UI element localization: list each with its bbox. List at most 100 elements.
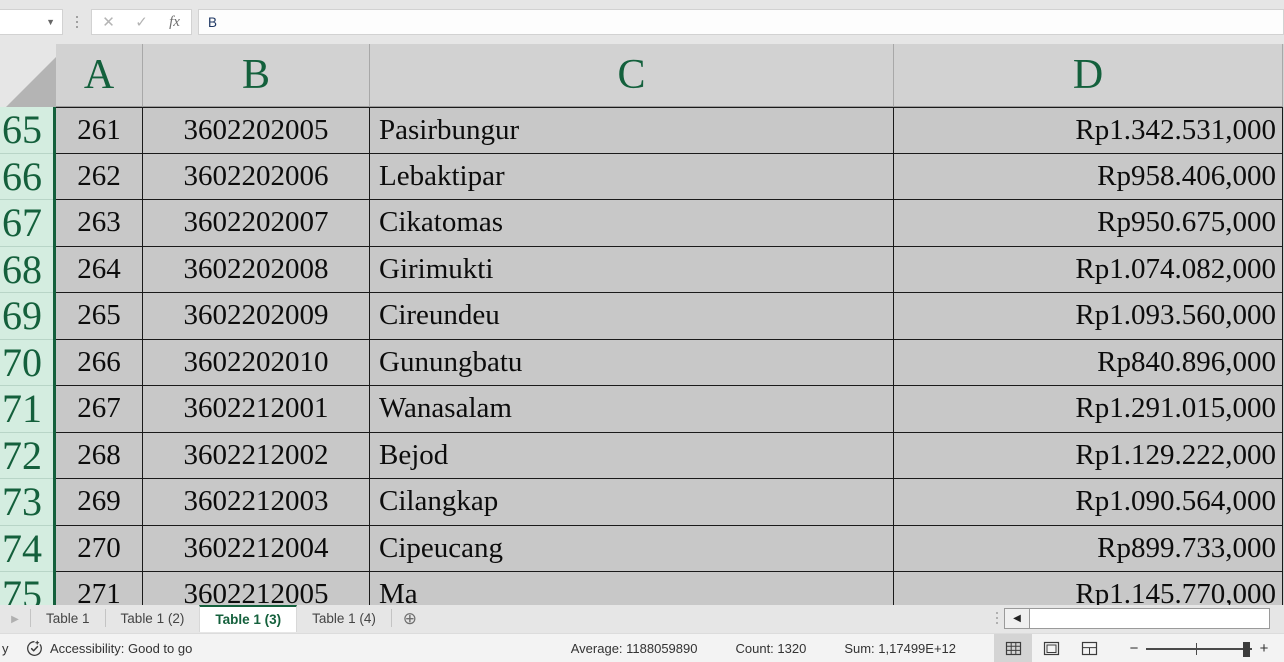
row-header[interactable]: 73 [0,479,53,526]
sheet-nav-right-icon[interactable]: ▶ [0,605,30,633]
row-header[interactable]: 66 [0,153,53,200]
row-header[interactable]: 72 [0,432,53,479]
cell-d73[interactable]: Rp1.090.564,000 [894,479,1283,526]
cell-c72[interactable]: Bejod [370,432,894,479]
cell-d65[interactable]: Rp1.342.531,000 [894,107,1283,154]
zoom-out-button[interactable]: − [1122,641,1146,656]
grid-body: 65 66 67 68 69 70 71 72 73 74 75 261 3602202005 Pasi… [0,107,1284,605]
cell-a68[interactable]: 264 [56,246,143,293]
cell-b67[interactable]: 3602202007 [143,200,370,247]
cell-c68[interactable]: Girimukti [370,246,894,293]
cell-b66[interactable]: 3602202006 [143,153,370,200]
zoom-in-button[interactable]: + [1252,641,1276,656]
row-header[interactable]: 69 [0,293,53,340]
scroll-track[interactable] [1030,608,1270,629]
normal-view-icon[interactable] [994,634,1032,662]
cell-a73[interactable]: 269 [56,479,143,526]
cell-d68[interactable]: Rp1.074.082,000 [894,246,1283,293]
cell-a74[interactable]: 270 [56,525,143,572]
cell-d72[interactable]: Rp1.129.222,000 [894,432,1283,479]
table-row: 262 3602202006 Lebaktipar Rp958.406,000 [56,153,1284,200]
cell-c70[interactable]: Gunungbatu [370,339,894,386]
cell-c75[interactable]: Ma [370,572,894,605]
row-header[interactable]: 68 [0,246,53,293]
status-sum[interactable]: Sum: 1,17499E+12 [844,641,956,656]
cell-c74[interactable]: Cipeucang [370,525,894,572]
table-row: 261 3602202005 Pasirbungur Rp1.342.531,000 [56,107,1284,154]
confirm-icon[interactable]: ✓ [125,10,158,34]
page-break-view-icon[interactable] [1070,634,1108,662]
column-header-b[interactable]: B [143,44,370,107]
cell-d71[interactable]: Rp1.291.015,000 [894,386,1283,433]
row-header[interactable]: 65 [0,107,53,154]
sheet-tab[interactable]: Table 1 (4) [297,605,391,632]
cell-b69[interactable]: 3602202009 [143,293,370,340]
status-count[interactable]: Count: 1320 [735,641,806,656]
row-header[interactable]: 70 [0,339,53,386]
row-header[interactable]: 74 [0,525,53,572]
row-headers: 65 66 67 68 69 70 71 72 73 74 75 [0,107,56,605]
column-headers: A B C D [0,44,1284,107]
cell-a67[interactable]: 263 [56,200,143,247]
cell-d70[interactable]: Rp840.896,000 [894,339,1283,386]
cell-c71[interactable]: Wanasalam [370,386,894,433]
cell-b74[interactable]: 3602212004 [143,525,370,572]
cell-b68[interactable]: 3602202008 [143,246,370,293]
add-sheet-icon[interactable]: ⊕ [392,605,428,633]
cell-d67[interactable]: Rp950.675,000 [894,200,1283,247]
cell-c65[interactable]: Pasirbungur [370,107,894,154]
cell-b72[interactable]: 3602212002 [143,432,370,479]
cancel-icon[interactable]: ✕ [92,10,125,34]
sheet-tab[interactable]: Table 1 [31,605,105,632]
sheet-tab-bar: ▶ Table 1 Table 1 (2) Table 1 (3) Table 1 (… [0,605,1284,633]
cell-c66[interactable]: Lebaktipar [370,153,894,200]
cell-a66[interactable]: 262 [56,153,143,200]
cell-a70[interactable]: 266 [56,339,143,386]
scrollbar-grip[interactable] [990,605,1004,631]
sheet-tab[interactable]: Table 1 (2) [106,605,200,632]
cell-d74[interactable]: Rp899.733,000 [894,525,1283,572]
column-header-c[interactable]: C [370,44,894,107]
cell-a65[interactable]: 261 [56,107,143,154]
cell-c67[interactable]: Cikatomas [370,200,894,247]
cell-b71[interactable]: 3602212001 [143,386,370,433]
status-average[interactable]: Average: 1188059890 [571,641,698,656]
column-header-d[interactable]: D [894,44,1283,107]
cell-a72[interactable]: 268 [56,432,143,479]
grip-dot [996,617,998,619]
cell-a69[interactable]: 265 [56,293,143,340]
table-row: 269 3602212003 Cilangkap Rp1.090.564,000 [56,479,1284,526]
cell-b73[interactable]: 3602212003 [143,479,370,526]
chevron-down-icon[interactable]: ▼ [46,17,55,27]
zoom-slider-midpoint [1196,642,1197,655]
cell-d75[interactable]: Rp1.145.770,000 [894,572,1283,605]
page-break-glyph [1081,641,1097,656]
cell-b75[interactable]: 3602212005 [143,572,370,605]
row-header[interactable]: 71 [0,386,53,433]
zoom-slider-thumb[interactable] [1243,641,1250,657]
cell-d66[interactable]: Rp958.406,000 [894,153,1283,200]
column-header-a[interactable]: A [56,44,143,107]
cell-b65[interactable]: 3602202005 [143,107,370,154]
grip-dot [996,612,998,614]
cell-b70[interactable]: 3602202010 [143,339,370,386]
zoom-slider[interactable] [1146,640,1252,658]
formula-input[interactable]: B [198,9,1284,35]
row-header[interactable]: 67 [0,200,53,247]
row-header[interactable]: 75 [0,572,53,605]
cell-a75[interactable]: 271 [56,572,143,605]
page-layout-view-icon[interactable] [1032,634,1070,662]
select-all-corner[interactable] [0,44,56,107]
cell-a71[interactable]: 267 [56,386,143,433]
sheet-tab[interactable]: Table 1 (3) [199,605,298,632]
cell-c69[interactable]: Cireundeu [370,293,894,340]
formula-bar-grip[interactable] [70,9,84,35]
cell-c73[interactable]: Cilangkap [370,479,894,526]
scroll-left-icon[interactable]: ◀ [1004,608,1030,629]
name-box[interactable]: ▼ [0,9,63,35]
table-row: 270 3602212004 Cipeucang Rp899.733,000 [56,525,1284,572]
insert-function-icon[interactable]: fx [158,10,191,34]
cell-d69[interactable]: Rp1.093.560,000 [894,293,1283,340]
accessibility-status[interactable]: Accessibility: Good to go [26,640,192,657]
horizontal-scrollbar[interactable]: ◀ [1004,608,1270,629]
